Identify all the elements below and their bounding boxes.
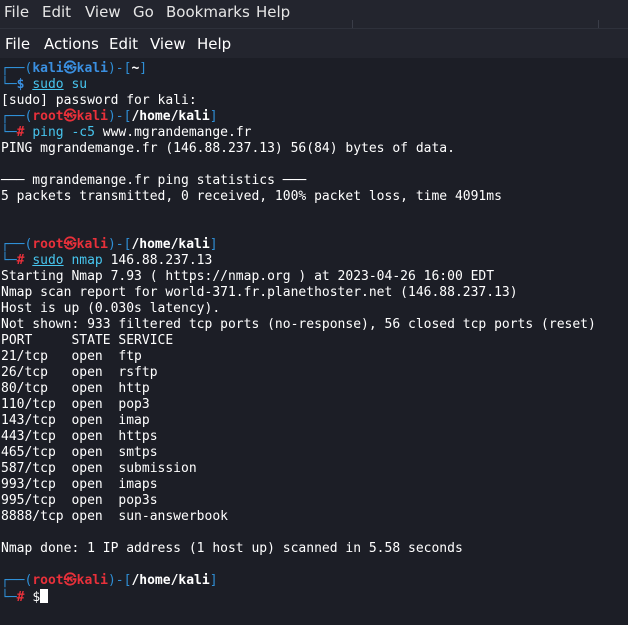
prompt-symbol: # (16, 590, 25, 605)
output-line: Host is up (0.030s latency). (1, 301, 221, 316)
command-line: └─# sudo nmap 146.88.237.13 (1, 253, 212, 269)
browser-menu-bookmarks[interactable]: Bookmarks (166, 3, 250, 21)
terminal-menu-edit[interactable]: Edit (109, 35, 138, 53)
terminal-menu-file[interactable]: File (5, 35, 30, 53)
divider (352, 20, 353, 28)
typed-text: $ (32, 590, 41, 605)
prompt-line: ┌──(kali㉿kali)-[~] (1, 61, 147, 77)
terminal-output[interactable]: ┌──(kali㉿kali)-[~] └─$ sudo su [sudo] pa… (0, 58, 628, 625)
terminal-menu-bar: File Actions Edit View Help (0, 28, 628, 59)
prompt-box: └─ (1, 77, 17, 92)
prompt-at-icon: ㉿ (63, 237, 77, 252)
prompt-at-icon: ㉿ (63, 61, 77, 76)
prompt-box: └─ (1, 125, 17, 140)
browser-menu-view[interactable]: View (85, 3, 121, 21)
port-table-header: PORT STATE SERVICE (1, 333, 174, 348)
port-row: 993/tcp open imaps (1, 477, 158, 492)
prompt-host: kali (76, 573, 108, 588)
output-line: Starting Nmap 7.93 ( https://nmap.org ) … (1, 269, 495, 284)
prompt-dir: /home/kali (131, 109, 210, 124)
browser-menu-edit[interactable]: Edit (42, 3, 71, 21)
command-arg: -c5 (71, 125, 95, 140)
prompt-box: └─ (1, 590, 17, 605)
terminal-menu-view[interactable]: View (150, 35, 186, 53)
port-row: 110/tcp open pop3 (1, 397, 150, 412)
divider (598, 20, 599, 28)
output-line: Nmap scan report for world-371.fr.planet… (1, 285, 518, 300)
prompt-user: root (32, 237, 64, 252)
prompt-dir: /home/kali (131, 237, 210, 252)
prompt-at-icon: ㉿ (63, 109, 77, 124)
browser-menu-bar: File Edit View Go Bookmarks Help (0, 0, 628, 28)
prompt-box: )-[ (107, 61, 132, 76)
port-row: 995/tcp open pop3s (1, 493, 158, 508)
port-row: 465/tcp open smtps (1, 445, 158, 460)
prompt-box: )-[ (107, 237, 132, 252)
prompt-box: ] (209, 237, 218, 252)
command-line[interactable]: └─# $ (1, 589, 49, 605)
prompt-box: └─ (1, 253, 17, 268)
prompt-user: kali (32, 61, 64, 76)
command-arg: su (71, 77, 88, 92)
browser-menu-help[interactable]: Help (256, 3, 290, 21)
prompt-dir: /home/kali (131, 573, 210, 588)
prompt-box: ┌──( (1, 573, 33, 588)
command-target: www.mgrandemange.fr (94, 125, 252, 140)
prompt-line: ┌──(root㉿kali)-[/home/kali] (1, 109, 218, 125)
prompt-line: ┌──(root㉿kali)-[/home/kali] (1, 573, 218, 589)
browser-menu-file[interactable]: File (4, 3, 29, 21)
prompt-user: root (32, 573, 64, 588)
prompt-symbol: # (16, 125, 25, 140)
prompt-box: )-[ (107, 573, 132, 588)
prompt-box: ┌──( (1, 109, 33, 124)
command-word: ping (32, 125, 64, 140)
command-line: └─# ping -c5 www.mgrandemange.fr (1, 125, 251, 141)
prompt-line: ┌──(root㉿kali)-[/home/kali] (1, 237, 218, 253)
terminal-menu-help[interactable]: Help (197, 35, 231, 53)
prompt-box: ┌──( (1, 237, 33, 252)
prompt-symbol: $ (16, 77, 25, 92)
command-word: sudo (32, 77, 64, 92)
port-row: 21/tcp open ftp (1, 349, 142, 364)
port-row: 587/tcp open submission (1, 461, 197, 476)
output-line: ─── mgrandemange.fr ping statistics ─── (1, 173, 307, 188)
output-line: Not shown: 933 filtered tcp ports (no-re… (1, 317, 596, 332)
port-row: 80/tcp open http (1, 381, 150, 396)
prompt-box: ┌──( (1, 61, 33, 76)
port-row: 443/tcp open https (1, 429, 158, 444)
port-row: 143/tcp open imap (1, 413, 150, 428)
prompt-at-icon: ㉿ (63, 573, 77, 588)
command-target: 146.88.237.13 (102, 253, 213, 268)
cursor (40, 589, 49, 603)
prompt-host: kali (76, 109, 108, 124)
prompt-host: kali (76, 237, 108, 252)
output-line: Nmap done: 1 IP address (1 host up) scan… (1, 541, 463, 556)
prompt-box: ] (209, 109, 218, 124)
port-row: 26/tcp open rsftp (1, 365, 158, 380)
command-arg: nmap (71, 253, 103, 268)
command-word: sudo (32, 253, 64, 268)
output-line: PING mgrandemange.fr (146.88.237.13) 56(… (1, 141, 455, 156)
prompt-host: kali (76, 61, 108, 76)
prompt-symbol: # (16, 253, 25, 268)
prompt-box: ] (139, 61, 148, 76)
command-line: └─$ sudo su (1, 77, 87, 93)
output-line: [sudo] password for kali: (1, 93, 197, 108)
terminal-menu-actions[interactable]: Actions (44, 35, 99, 53)
port-row: 8888/tcp open sun-answerbook (1, 509, 228, 524)
prompt-box: )-[ (107, 109, 132, 124)
prompt-user: root (32, 109, 64, 124)
browser-menu-go[interactable]: Go (133, 3, 154, 21)
prompt-box: ] (209, 573, 218, 588)
output-line: 5 packets transmitted, 0 received, 100% … (1, 189, 502, 204)
